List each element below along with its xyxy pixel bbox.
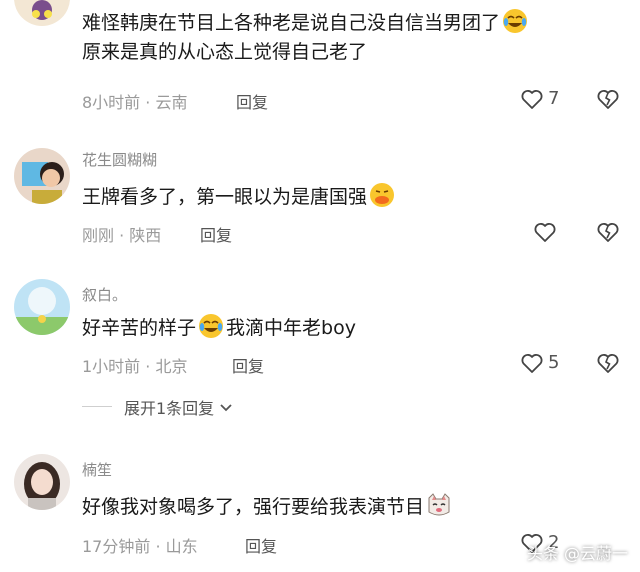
comment-text: 王牌看多了，第一眼以为是唐国强 xyxy=(82,182,397,212)
expand-replies-label: 展开1条回复 xyxy=(124,399,215,418)
comment-meta: 8小时前 · 云南 xyxy=(82,93,188,112)
comment-meta: 17分钟前 · 山东 xyxy=(82,537,198,556)
like-heart-icon[interactable] xyxy=(520,87,544,111)
comment-time: 17分钟前 xyxy=(82,537,151,556)
comment-text-after: 我滴中年老boy xyxy=(226,317,356,339)
like-count: 7 xyxy=(548,88,560,109)
comment-location: 北京 xyxy=(155,357,188,376)
avatar[interactable] xyxy=(14,454,70,510)
reply-button[interactable]: 回复 xyxy=(232,353,264,377)
username[interactable]: 楠笙 xyxy=(82,459,112,480)
cat-face-emoji xyxy=(426,492,452,518)
comment-text-content: 王牌看多了，第一眼以为是唐国强 xyxy=(82,186,368,208)
comment-text: 好辛苦的样子 我滴中年老boy xyxy=(82,313,356,343)
watermark: 头条 @云蔚一 xyxy=(526,544,628,563)
comment-text-line-2: 原来是真的从心态上觉得自己老了 xyxy=(82,41,368,63)
reply-button[interactable]: 回复 xyxy=(245,533,277,557)
duck-lips-emoji xyxy=(369,182,395,208)
like-heart-icon[interactable] xyxy=(520,351,544,375)
comment-time: 1小时前 xyxy=(82,357,141,376)
avatar[interactable] xyxy=(14,148,70,204)
chevron-down-icon xyxy=(219,398,233,417)
like-count: 5 xyxy=(548,352,560,373)
comment-location: 山东 xyxy=(165,537,198,556)
dislike-broken-heart-icon[interactable] xyxy=(596,351,620,375)
comment-text-before: 好辛苦的样子 xyxy=(82,317,197,339)
dislike-broken-heart-icon[interactable] xyxy=(596,220,620,244)
avatar[interactable] xyxy=(14,279,70,335)
comment-location: 陕西 xyxy=(129,226,162,245)
comment-text-content: 好像我对象喝多了，强行要给我表演节目 xyxy=(82,496,425,518)
reply-button[interactable]: 回复 xyxy=(236,89,268,113)
comment-text: 好像我对象喝多了，强行要给我表演节目 xyxy=(82,492,454,522)
expand-replies-button[interactable]: 展开1条回复 xyxy=(124,395,233,419)
comment-location: 云南 xyxy=(155,93,188,112)
avatar[interactable] xyxy=(14,0,70,26)
comment-meta: 1小时前 · 北京 xyxy=(82,357,188,376)
comment-time: 8小时前 xyxy=(82,93,141,112)
username[interactable]: 花生圆糊糊 xyxy=(82,149,157,170)
laugh-cry-emoji xyxy=(502,8,528,34)
comment-meta: 刚刚 · 陕西 xyxy=(82,226,162,245)
comment-text-line-1: 难怪韩庚在节目上各种老是说自己没自信当男团了 xyxy=(82,12,501,34)
comment-text: 难怪韩庚在节目上各种老是说自己没自信当男团了 原来是真的从心态上觉得自己老了 xyxy=(82,8,530,67)
dislike-broken-heart-icon[interactable] xyxy=(596,87,620,111)
expand-divider xyxy=(82,406,112,407)
username[interactable]: 叙白。 xyxy=(82,284,127,305)
reply-button[interactable]: 回复 xyxy=(200,222,232,246)
like-heart-icon[interactable] xyxy=(533,220,557,244)
comment-time: 刚刚 xyxy=(82,226,115,245)
laugh-cry-emoji xyxy=(198,313,224,339)
